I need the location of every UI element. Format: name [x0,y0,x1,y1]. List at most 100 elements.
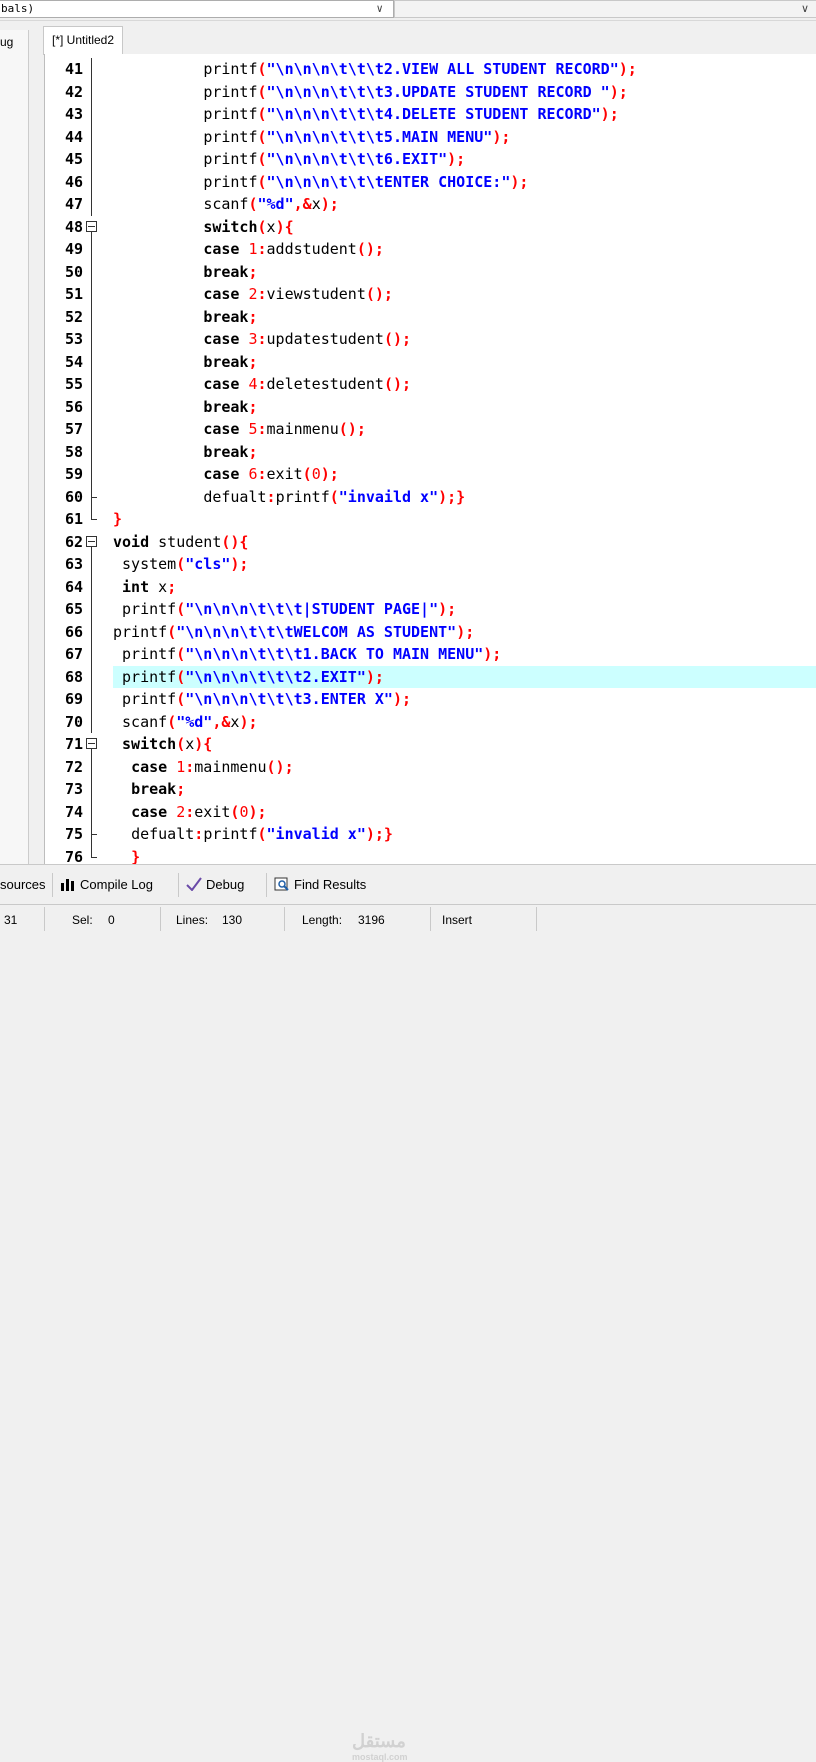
member-combo[interactable]: ∨ [394,0,816,18]
code-text: switch(x){ [113,216,816,239]
token-sym: ( [167,712,177,731]
code-line[interactable]: 71 switch(x){ [45,733,816,756]
code-text: case 1:addstudent(); [113,238,816,261]
line-number: 42 [64,82,83,101]
token-num: 1 [248,240,258,258]
code-line[interactable]: 68 printf("\n\n\n\t\t\t2.EXIT"); [45,665,816,688]
code-text: defualt:printf("invaild x");} [113,486,816,509]
code-line[interactable]: 72 case 1:mainmenu(); [45,755,816,778]
code-line[interactable]: 44 printf("\n\n\n\t\t\t5.MAIN MENU"); [45,125,816,148]
token-sym: ); [392,690,412,708]
code-line[interactable]: 66 printf("\n\n\n\t\t\tWELCOM AS STUDENT"… [45,620,816,643]
token-fn: deletestudent [266,375,384,393]
fold-guide [86,485,98,508]
code-line[interactable]: 57 case 5:mainmenu(); [45,418,816,441]
fold-guide [86,373,98,396]
code-line[interactable]: 46 printf("\n\n\n\t\t\tENTER CHOICE:"); [45,170,816,193]
token-fn: x [311,195,321,213]
watermark-sub: mostaql.com [352,1752,408,1762]
code-line[interactable]: 70 scanf("%d",&x); [45,710,816,733]
code-line[interactable]: 45 printf("\n\n\n\t\t\t6.EXIT"); [45,148,816,171]
status-length-label: Length: [302,913,343,927]
token-sym: ); [609,82,628,101]
class-combo[interactable]: bals) ∨ [0,0,394,18]
code-line[interactable]: 59 case 6:exit(0); [45,463,816,486]
code-line[interactable]: 64 int x; [45,575,816,598]
code-line[interactable]: 62 void student(){ [45,531,816,554]
code-line[interactable]: 74 case 2:exit(0); [45,800,816,823]
code-line[interactable]: 43 printf("\n\n\n\t\t\t4.DELETE STUDENT … [45,103,816,126]
line-number: 70 [64,712,83,731]
line-number: 76 [64,847,83,865]
token-sym: (); [338,420,366,438]
code-line[interactable]: 58 break; [45,440,816,463]
code-line[interactable]: 48 switch(x){ [45,216,816,239]
code-line[interactable]: 63 system("cls"); [45,553,816,576]
fold-toggle-icon[interactable] [86,531,98,554]
code-line[interactable]: 55 case 4:deletestudent(); [45,373,816,396]
token-sym: ; [167,577,177,596]
token-str: "\n\n\n\t\t\t|STUDENT PAGE|" [185,600,439,618]
code-line[interactable]: 42 printf("\n\n\n\t\t\t3.UPDATE STUDENT … [45,80,816,103]
code-line[interactable]: 60 defualt:printf("invaild x");} [45,485,816,509]
chevron-down-icon[interactable]: ∨ [801,1,809,17]
line-number: 54 [64,352,83,371]
code-line[interactable]: 65 printf("\n\n\n\t\t\t|STUDENT PAGE|"); [45,598,816,621]
code-line[interactable]: 54 break; [45,350,816,373]
line-number: 46 [64,172,83,191]
token-fn: printf [203,60,258,78]
token-str: "\n\n\n\t\t\t3.ENTER X" [185,690,393,708]
code-line[interactable]: 75 defualt:printf("invalid x");} [45,823,816,846]
code-line[interactable]: 51 case 2:viewstudent(); [45,283,816,306]
code-line[interactable]: 67 printf("\n\n\n\t\t\t1.BACK TO MAIN ME… [45,643,816,666]
token-fn: exit [194,802,231,821]
token-sym: ( [329,487,339,506]
fold-toggle-icon[interactable] [86,733,98,756]
token-sym: } [113,510,123,528]
code-line[interactable]: 53 case 3:updatestudent(); [45,328,816,351]
token-sym: : [257,465,267,483]
token-str: "\n\n\n\t\t\t5.MAIN MENU" [266,127,493,146]
tab-find-results[interactable]: Find Results [274,873,366,897]
token-fn: printf [203,150,258,168]
divider [160,907,161,931]
fold-guide [86,395,98,418]
code-editor[interactable]: 41 printf("\n\n\n\t\t\t2.VIEW ALL STUDEN… [44,54,816,864]
code-line[interactable]: 56 break; [45,395,816,418]
tab-compile-log[interactable]: Compile Log [60,873,153,897]
token-fn: defualt [131,825,195,843]
token-kw: switch [122,735,177,753]
tab-debug[interactable]: Debug [186,873,244,897]
chevron-down-icon[interactable]: ∨ [376,1,383,17]
fold-guide [86,80,98,103]
code-line[interactable]: 73 break; [45,778,816,801]
tab-resources[interactable]: sources [0,873,46,897]
left-panel-tab[interactable]: ug [0,30,29,54]
line-number: 43 [64,105,83,123]
code-text: printf("\n\n\n\t\t\t2.EXIT"); [113,665,816,688]
code-line[interactable]: 69 printf("\n\n\n\t\t\t3.ENTER X"); [45,688,816,711]
fold-guide [86,823,98,846]
code-line[interactable]: 61} [45,508,816,531]
code-line[interactable]: 50 break; [45,260,816,283]
token-str: "\n\n\n\t\t\tWELCOM AS STUDENT" [176,622,457,641]
divider [52,873,53,897]
fold-toggle-icon[interactable] [86,216,98,239]
token-sym: ( [257,127,267,146]
token-sym: : [257,375,267,393]
code-line[interactable]: 52 break; [45,305,816,328]
code-line[interactable]: 76 } [45,845,816,865]
fold-guide [86,260,98,283]
code-line[interactable]: 41 printf("\n\n\n\t\t\t2.VIEW ALL STUDEN… [45,58,816,81]
code-line[interactable]: 49 case 1:addstudent(); [45,238,816,261]
token-sym: ); [483,645,502,663]
file-tab[interactable]: [*] Untitled2 [43,26,124,55]
code-line[interactable]: 47 scanf("%d",&x); [45,193,816,216]
token-kw: int [122,577,159,596]
